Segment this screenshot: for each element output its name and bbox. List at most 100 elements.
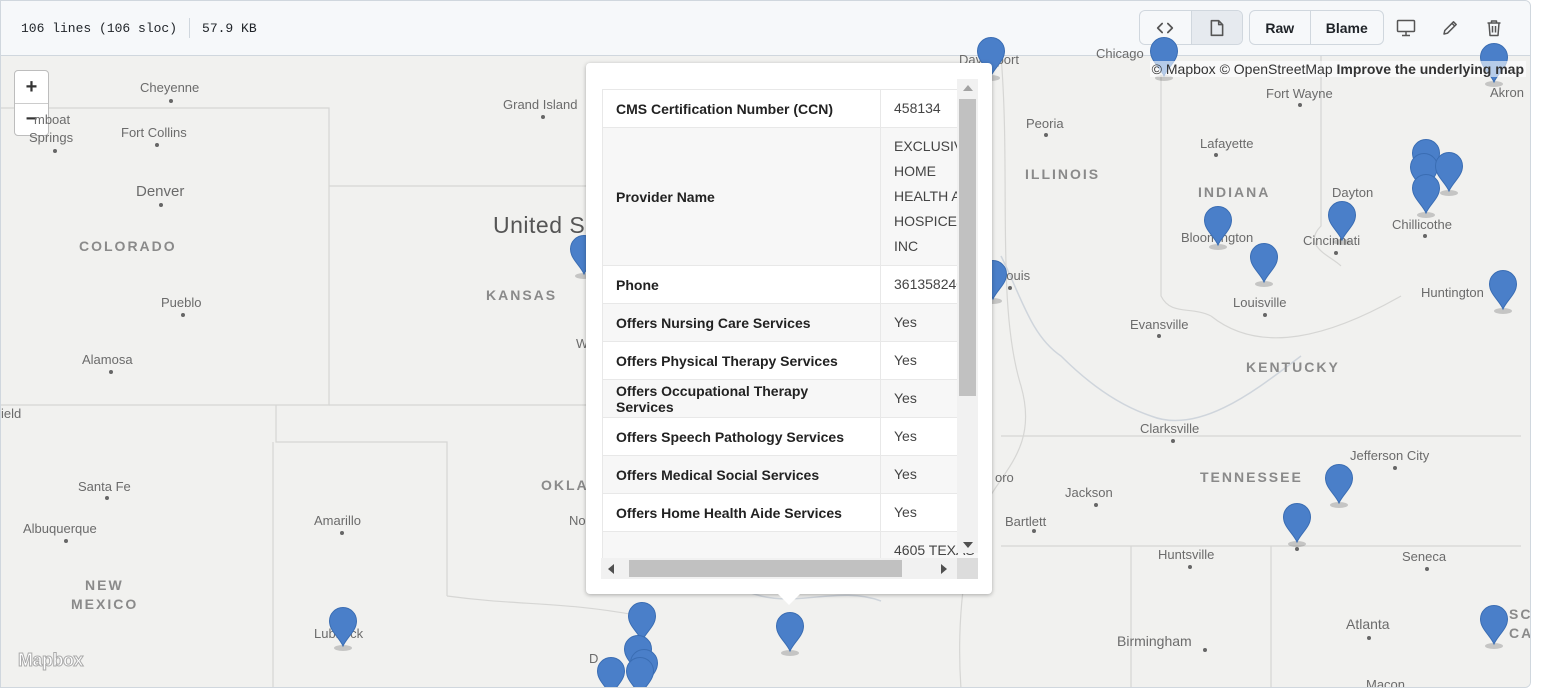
map-label: Bartlett	[1005, 514, 1047, 529]
desktop-icon	[1396, 19, 1416, 37]
file-icon	[1210, 19, 1224, 36]
map-label: oro	[995, 470, 1014, 485]
field-name: Offers Speech Pathology Services	[602, 417, 881, 456]
map-label: Jackson	[1065, 485, 1113, 500]
scroll-right-icon[interactable]	[941, 564, 947, 574]
map-label: TENNESSEE	[1200, 469, 1303, 485]
attribution-osm[interactable]: © OpenStreetMap	[1220, 61, 1333, 77]
map-label: Seneca	[1402, 549, 1447, 564]
table-row: Offers Medical Social Services Yes	[602, 455, 978, 494]
field-name: Phone	[602, 265, 881, 304]
city-dot	[1423, 234, 1427, 238]
city-dot	[1032, 529, 1036, 533]
mapbox-logo[interactable]: Mapbox	[17, 650, 84, 671]
trash-icon	[1487, 20, 1501, 37]
map-label: Amarillo	[314, 513, 361, 528]
map-label: MEXICO	[71, 596, 139, 612]
scroll-down-icon[interactable]	[963, 542, 973, 548]
city-dot	[1188, 565, 1192, 569]
map-label: Alamosa	[82, 352, 133, 367]
location-pin-icon[interactable]	[1249, 242, 1279, 287]
map-label: Cheyenne	[140, 80, 200, 95]
city-dot	[1263, 313, 1267, 317]
city-dot	[1334, 251, 1338, 255]
location-pin-icon[interactable]	[775, 611, 805, 656]
map-label: No	[569, 513, 586, 528]
delete-button[interactable]	[1479, 13, 1509, 43]
location-pin-icon[interactable]	[596, 656, 626, 687]
table-row: Offers Physical Therapy Services Yes	[602, 341, 978, 380]
map-label: Grand Island	[503, 97, 578, 112]
field-name: Offers Home Health Aide Services	[602, 493, 881, 532]
location-pin-icon[interactable]	[1411, 173, 1441, 218]
zoom-in-button[interactable]: +	[15, 71, 48, 103]
map-label: Denver	[136, 183, 185, 200]
field-name: Offers Occupational Therapy Services	[602, 379, 881, 418]
map-label: KENTUCKY	[1246, 359, 1340, 375]
map-label: Birmingham	[1117, 633, 1192, 649]
edit-button[interactable]	[1435, 13, 1465, 43]
map-label: Chillicothe	[1392, 217, 1452, 232]
location-pin-icon[interactable]	[1203, 205, 1233, 250]
attribution-mapbox[interactable]: © Mapbox	[1152, 61, 1216, 77]
city-dot	[1425, 567, 1429, 571]
horizontal-scroll-thumb[interactable]	[629, 560, 902, 577]
table-row: Offers Home Health Aide Services Yes	[602, 493, 978, 532]
map-label: KANSAS	[486, 287, 558, 303]
map-label: Springs	[29, 130, 74, 145]
table-row: Provider Name EXCLUSIVE HOME HEALTH AND HOSP…	[602, 127, 978, 266]
city-dot	[105, 496, 109, 500]
location-pin-icon[interactable]	[1282, 502, 1312, 547]
city-dot	[1298, 103, 1302, 107]
map-label: Jefferson City	[1350, 448, 1430, 463]
blame-button[interactable]: Blame	[1309, 11, 1383, 44]
raw-button[interactable]: Raw	[1250, 11, 1310, 44]
field-name: CMS Certification Number (CCN)	[602, 89, 881, 128]
map-label: Albuquerque	[23, 521, 97, 536]
popup-table-scroll[interactable]: CMS Certification Number (CCN) 458134 Prov…	[602, 79, 978, 579]
map-label: Pueblo	[161, 295, 202, 310]
line-count: 106 lines (106 sloc)	[21, 20, 178, 36]
display-source-button[interactable]	[1391, 13, 1421, 43]
field-name: Offers Nursing Care Services	[602, 303, 881, 342]
table-row: CMS Certification Number (CCN) 458134	[602, 89, 978, 128]
preview-button[interactable]	[1190, 11, 1242, 44]
map-label: ield	[1, 406, 22, 421]
map-label: Lafayette	[1200, 136, 1254, 151]
location-pin-icon[interactable]	[1488, 269, 1518, 314]
city-dot	[109, 370, 113, 374]
scroll-up-icon[interactable]	[963, 85, 973, 91]
divider	[189, 18, 191, 38]
field-name: Provider Name	[602, 127, 881, 266]
location-pin-icon[interactable]	[328, 606, 358, 651]
map-label: Louisville	[1233, 295, 1287, 310]
field-name: Offers Physical Therapy Services	[602, 341, 881, 380]
location-pin-icon[interactable]	[1479, 604, 1509, 649]
map-label: Peoria	[1026, 116, 1064, 131]
city-dot	[1157, 334, 1161, 338]
map-label: Chicago	[1096, 46, 1144, 61]
city-dot	[1008, 286, 1012, 290]
pencil-icon	[1443, 21, 1457, 35]
map-label: Fort Wayne	[1266, 86, 1333, 101]
city-dot	[53, 149, 57, 153]
city-dot	[64, 539, 68, 543]
city-dot	[1367, 636, 1371, 640]
provider-table: CMS Certification Number (CCN) 458134 Prov…	[602, 89, 978, 570]
table-row: Offers Speech Pathology Services Yes	[602, 417, 978, 456]
location-pin-icon[interactable]	[1327, 200, 1357, 245]
location-pin-icon[interactable]	[1324, 463, 1354, 508]
vertical-scroll-thumb[interactable]	[959, 99, 976, 396]
improve-map-link[interactable]: Improve the underlying map	[1337, 61, 1524, 77]
map-label: mboat	[34, 112, 71, 127]
city-dot	[169, 99, 173, 103]
map-label: Huntsville	[1158, 547, 1215, 562]
map-label: Santa Fe	[78, 479, 131, 494]
file-stats: 106 lines (106 sloc) 57.9 KB	[21, 18, 257, 38]
attribution: © Mapbox © OpenStreetMap Improve the und…	[1149, 61, 1526, 77]
map-label: COLORADO	[79, 238, 177, 254]
scroll-left-icon[interactable]	[608, 564, 614, 574]
location-pin-icon[interactable]	[625, 656, 655, 687]
table-row: Offers Nursing Care Services Yes	[602, 303, 978, 342]
map-label: OKLA	[541, 477, 589, 493]
